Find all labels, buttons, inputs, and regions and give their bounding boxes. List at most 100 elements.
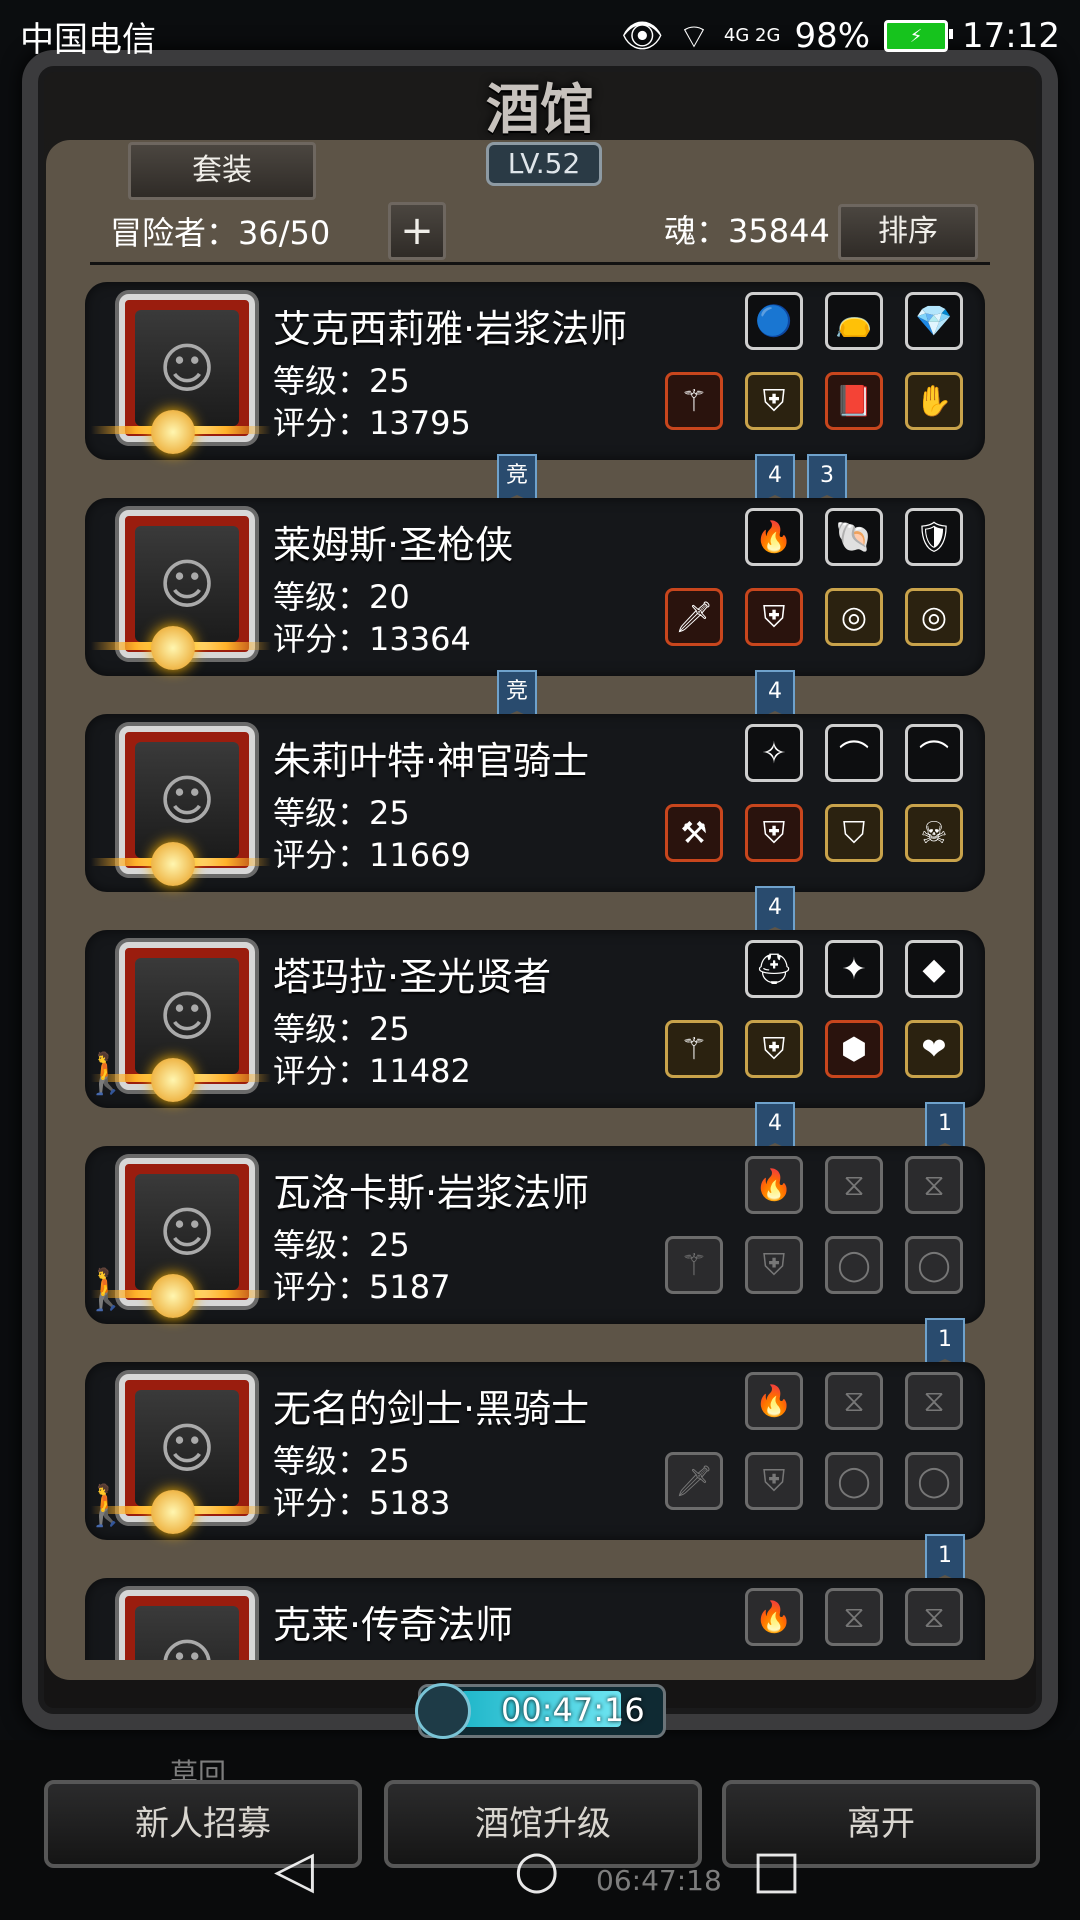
pouch-icon[interactable]: 👝 [825, 292, 883, 350]
carrier: 中国电信 [20, 19, 156, 60]
set-button[interactable]: 套装 [128, 142, 316, 200]
bow-icon[interactable]: ⌒ [825, 724, 883, 782]
empty-hourglass-slot-icon[interactable]: ⧖ [825, 1372, 883, 1430]
hero-card[interactable]: ☺ 克莱·传奇法师 🔥 ⧖ ⧖ [85, 1578, 985, 1660]
armor-icon[interactable]: ⛨ [745, 588, 803, 646]
set-count-ribbon: 4 [755, 1102, 795, 1152]
arena-ribbon: 竞 [497, 454, 537, 504]
wifi-icon: ⌔ [677, 16, 710, 57]
adventurer-count: 冒险者：36/50 [110, 214, 331, 252]
refresh-timer: 00:47:16 [415, 1683, 666, 1739]
emblem-icon[interactable]: ✦ [825, 940, 883, 998]
empty-ring-slot-icon[interactable]: ◯ [825, 1452, 883, 1510]
hero-name: 塔玛拉·圣光贤者 [273, 955, 552, 999]
shield-icon[interactable]: ⛉ [825, 804, 883, 862]
class-emblem-icon [151, 1058, 195, 1102]
portrait-image: ☺ [135, 742, 239, 858]
hammer-icon[interactable]: ⚒ [665, 804, 723, 862]
recents-icon[interactable]: □ [752, 1840, 801, 1900]
empty-staff-slot-icon[interactable]: ⚚ [665, 1236, 723, 1294]
orb-icon[interactable]: ⬢ [825, 1020, 883, 1078]
armor-icon[interactable]: ⛨ [745, 372, 803, 430]
soul-count: 魂：35844 [664, 212, 830, 250]
hero-list[interactable]: ☺ 艾克西莉雅·岩浆法师 等级：25 评分：13795 🔵 👝 💎 ⚚ ⛨ 📕 … [85, 282, 1005, 1660]
timer-text: 00:47:16 [501, 1691, 645, 1729]
hero-level: 等级：25 [273, 1226, 410, 1264]
hero-level: 等级：25 [273, 1010, 410, 1048]
hero-level: 等级：25 [273, 362, 410, 400]
staff-icon[interactable]: ⚚ [665, 372, 723, 430]
armor-icon[interactable]: ⛨ [745, 1020, 803, 1078]
class-emblem-icon [151, 626, 195, 670]
set-count-ribbon: 4 [755, 454, 795, 504]
hero-card[interactable]: ☺ 莱姆斯·圣枪侠 等级：20 评分：13364 🔥 🐚 🛡 🗡 ⛨ ◎ ◎ [85, 498, 985, 676]
hero-card[interactable]: ☺ 🚶 瓦洛卡斯·岩浆法师 等级：25 评分：5187 🔥 ⧖ ⧖ ⚚ ⛨ ◯ … [85, 1146, 985, 1324]
background-timer: 06:47:18 [596, 1864, 722, 1897]
portrait-image: ☺ [135, 1606, 239, 1660]
empty-hourglass-slot-icon[interactable]: ⧖ [905, 1156, 963, 1214]
gauntlet-icon[interactable]: ✋ [905, 372, 963, 430]
recruit-button[interactable]: 新人招募 [44, 1780, 362, 1868]
empty-hourglass-slot-icon[interactable]: ⧖ [825, 1588, 883, 1646]
empty-flame-slot-icon[interactable]: 🔥 [745, 1372, 803, 1430]
helmet-icon[interactable]: ⛑ [745, 940, 803, 998]
set-count-ribbon: 1 [925, 1318, 965, 1368]
hero-name: 莱姆斯·圣枪侠 [273, 523, 514, 567]
empty-ring-slot-icon[interactable]: ◯ [825, 1236, 883, 1294]
hero-card[interactable]: ☺ 🚶 塔玛拉·圣光贤者 等级：25 评分：11482 ⛑ ✦ ◆ ⚚ ⛨ ⬢ … [85, 930, 985, 1108]
cape-icon[interactable]: 🛡 [905, 508, 963, 566]
tavern-level: LV.52 [486, 142, 602, 186]
hero-name: 克莱·传奇法师 [273, 1603, 514, 1647]
hero-score: 评分：13364 [273, 620, 471, 658]
expedition-walker-icon: 🚶 [85, 1051, 131, 1097]
empty-hourglass-slot-icon[interactable]: ⧖ [905, 1372, 963, 1430]
empty-flame-slot-icon[interactable]: 🔥 [745, 1156, 803, 1214]
fire-icon[interactable]: 🔥 [745, 508, 803, 566]
ring-icon[interactable]: ◎ [905, 588, 963, 646]
portrait-image: ☺ [135, 310, 239, 426]
add-adventurer-button[interactable]: + [388, 202, 446, 260]
hero-name: 艾克西莉雅·岩浆法师 [273, 307, 628, 351]
set-count-ribbon: 1 [925, 1102, 965, 1152]
empty-ring-slot-icon[interactable]: ◯ [905, 1236, 963, 1294]
arena-ribbon: 竞 [497, 670, 537, 720]
mask-icon[interactable]: ☠ [905, 804, 963, 862]
clock: 17:12 [962, 16, 1060, 56]
shell-icon[interactable]: 🐚 [825, 508, 883, 566]
crystal-icon[interactable]: ✧ [745, 724, 803, 782]
empty-ring-slot-icon[interactable]: ◯ [905, 1452, 963, 1510]
gem-icon[interactable]: 💎 [905, 292, 963, 350]
sort-button[interactable]: 排序 [838, 204, 978, 260]
set-count-ribbon: 4 [755, 886, 795, 936]
set-count-ribbon: 4 [755, 670, 795, 720]
armor-icon[interactable]: ⛨ [745, 804, 803, 862]
gun-icon[interactable]: 🗡 [665, 588, 723, 646]
staff-icon[interactable]: ⚚ [665, 1020, 723, 1078]
hero-card[interactable]: ☺ 艾克西莉雅·岩浆法师 等级：25 评分：13795 🔵 👝 💎 ⚚ ⛨ 📕 … [85, 282, 985, 460]
orb-icon[interactable]: 🔵 [745, 292, 803, 350]
back-icon[interactable]: ◁ [274, 1840, 314, 1900]
empty-flame-slot-icon[interactable]: 🔥 [745, 1588, 803, 1646]
ring-icon[interactable]: ◎ [825, 588, 883, 646]
hero-score: 评分：5187 [273, 1268, 451, 1306]
hero-portrait: ☺ [119, 1590, 255, 1660]
hero-card[interactable]: ☺ 🚶 无名的剑士·黑骑士 等级：25 评分：5183 🔥 ⧖ ⧖ 🗡 ⛨ ◯ … [85, 1362, 985, 1540]
empty-armor-slot-icon[interactable]: ⛨ [745, 1452, 803, 1510]
purple-gem-icon[interactable]: ◆ [905, 940, 963, 998]
hero-name: 无名的剑士·黑骑士 [273, 1387, 590, 1431]
book-icon[interactable]: 📕 [825, 372, 883, 430]
empty-hourglass-slot-icon[interactable]: ⧖ [825, 1156, 883, 1214]
empty-hourglass-slot-icon[interactable]: ⧖ [905, 1588, 963, 1646]
hero-level: 等级：25 [273, 794, 410, 832]
class-emblem-icon [151, 842, 195, 886]
empty-armor-slot-icon[interactable]: ⛨ [745, 1236, 803, 1294]
amulet-icon[interactable]: ❤ [905, 1020, 963, 1078]
home-icon[interactable]: ○ [514, 1840, 559, 1900]
portrait-image: ☺ [135, 1174, 239, 1290]
hero-score: 评分：11482 [273, 1052, 471, 1090]
empty-sword-slot-icon[interactable]: 🗡 [665, 1452, 723, 1510]
hero-card[interactable]: ☺ 朱莉叶特·神官骑士 等级：25 评分：11669 ✧ ⌒ ⌒ ⚒ ⛨ ⛉ ☠ [85, 714, 985, 892]
portrait-image: ☺ [135, 958, 239, 1074]
hero-name: 朱莉叶特·神官骑士 [273, 739, 590, 783]
bow-icon[interactable]: ⌒ [905, 724, 963, 782]
